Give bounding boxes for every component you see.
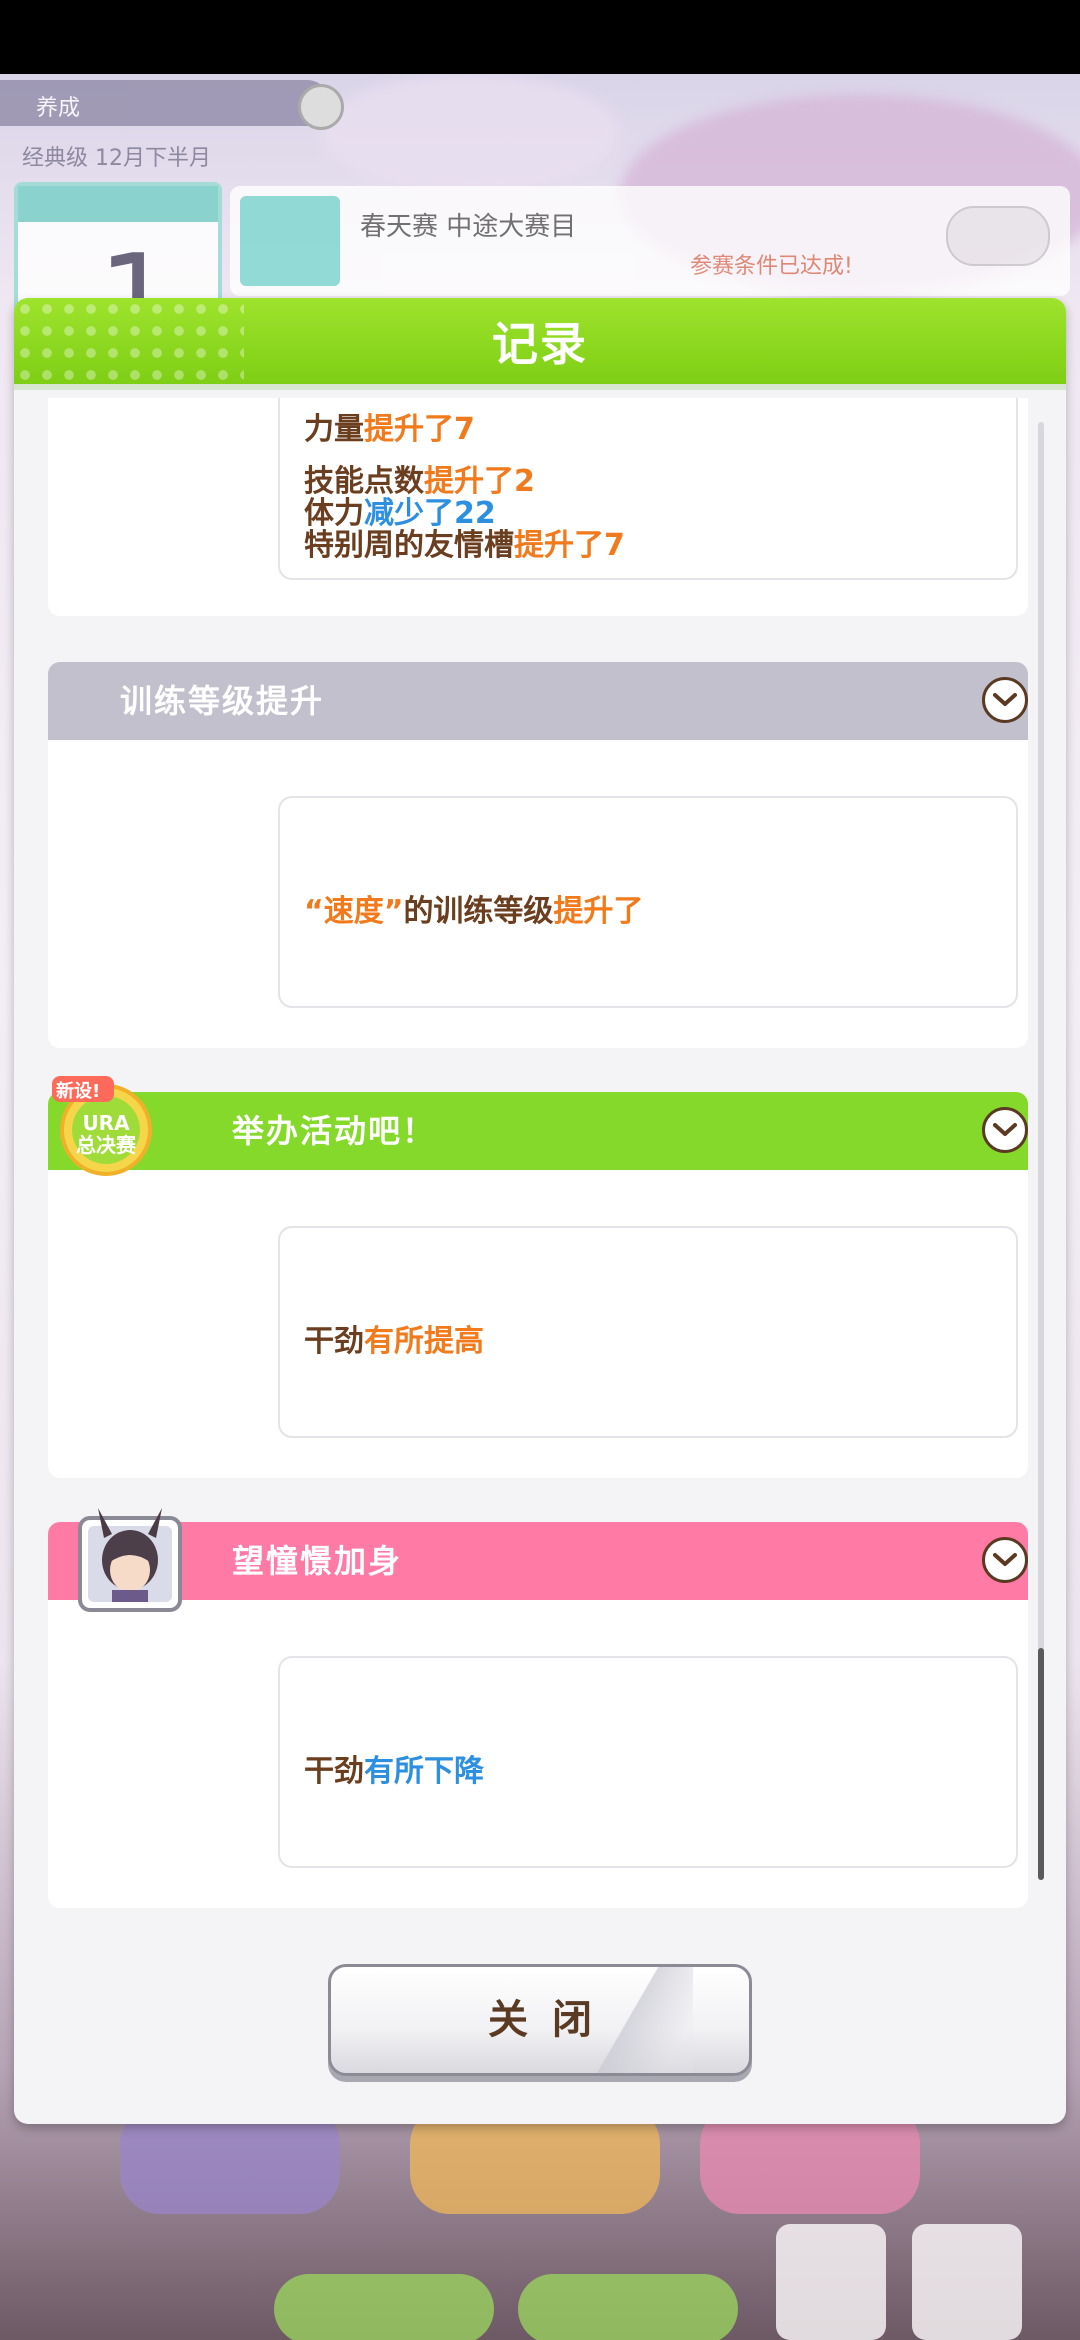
bg-goal-note: 参赛条件已达成! [690,254,853,279]
record-detail-box: 干劲有所下降 [278,1656,1018,1868]
record-card-character: 望憧憬加身 干劲有所下降 [48,1522,1028,1908]
record-line-segment: 干劲 [304,1324,364,1359]
record-detail-box: 干劲有所提高 [278,1226,1018,1438]
collapse-chevron-icon[interactable] [982,677,1028,723]
record-line-segment: 有所提高 [364,1324,484,1359]
scrollbar-thumb[interactable] [1038,1648,1044,1880]
record-line-segment: 有所下降 [364,1754,484,1789]
bg-info-button [298,84,344,130]
close-button[interactable]: 关闭 [328,1964,752,2076]
bg-goal-text: 春天赛 中途大赛目 [360,212,577,242]
collapse-chevron-icon[interactable] [982,1537,1028,1583]
record-detail-box: “速度”的训练等级提升了 [278,796,1018,1008]
record-line-segment: 力量 [304,412,364,447]
record-card-training-level: 训练等级提升 “速度”的训练等级提升了 [48,662,1028,1048]
record-line-segment: 提升了 [553,894,644,929]
record-dialog: 记录 力量提升了7 技能点数提升了2 体力减少了22 特别周的友情槽提升了7 训… [14,298,1066,2124]
bg-bottom-button-green1 [274,2274,494,2340]
badge-label: URA总决赛 [76,1111,136,1157]
character-avatar [76,1504,184,1612]
card-header: 训练等级提升 [48,662,1028,740]
record-line: 力量提升了7 [304,404,475,448]
card-header: 举办活动吧！ [48,1092,1028,1170]
record-card-event: 举办活动吧！ 干劲有所提高 [48,1092,1028,1478]
record-line-segment: 提升了7 [364,412,475,447]
record-line: “速度”的训练等级提升了 [304,886,643,930]
record-line-segment: 提升了7 [514,528,625,563]
card-title: 望憧憬加身 [232,1542,403,1580]
record-line-segment: 特别周的友情槽 [304,528,514,563]
bg-bottom-button-green2 [518,2274,738,2340]
badge-new-label: 新设! [56,1081,101,1102]
record-line-segment: 干劲 [304,1754,364,1789]
record-line: 特别周的友情槽提升了7 [304,520,625,564]
record-line: 干劲有所下降 [304,1746,484,1790]
bg-menu-button [912,2224,1022,2340]
card-title: 训练等级提升 [120,682,325,720]
close-button-label: 关闭 [488,1997,616,2043]
bg-mode-label: 养成 [36,96,81,121]
bg-goal-panel: 春天赛 中途大赛目 参赛条件已达成! [230,186,1070,296]
dialog-header: 记录 [14,298,1066,390]
record-list[interactable]: 力量提升了7 技能点数提升了2 体力减少了22 特别周的友情槽提升了7 训练等级… [14,398,1066,1944]
status-bar [0,0,1080,74]
dialog-title: 记录 [492,317,588,371]
collapse-chevron-icon[interactable] [982,1107,1028,1153]
record-line-segment: “速度” [304,894,404,929]
ura-finals-badge-icon: 新设! URA总决赛 [50,1072,160,1182]
card-header: 望憧憬加身 [48,1522,1028,1600]
bg-date-label: 经典级 12月下半月 [22,146,211,171]
card-title: 举办活动吧！ [232,1112,437,1150]
record-detail-box: 力量提升了7 技能点数提升了2 体力减少了22 特别周的友情槽提升了7 [278,398,1018,580]
record-line: 干劲有所提高 [304,1316,484,1360]
bg-mode-tab: 养成 [0,80,330,126]
record-line-segment: 的训练等级 [403,894,554,929]
record-card: 力量提升了7 技能点数提升了2 体力减少了22 特别周的友情槽提升了7 [48,398,1028,616]
bg-character-button [776,2224,886,2340]
